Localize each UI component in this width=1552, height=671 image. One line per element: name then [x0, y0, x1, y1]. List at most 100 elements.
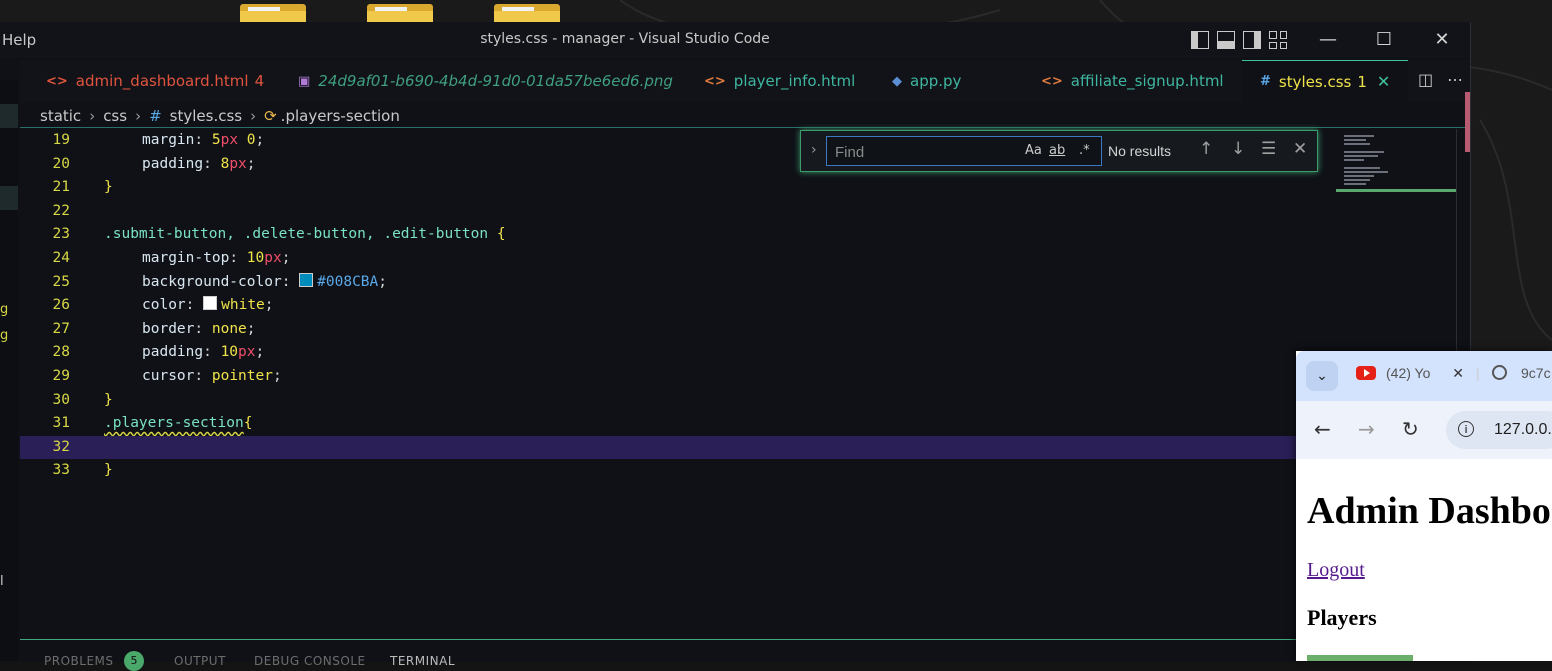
css-property: background-color	[142, 273, 282, 290]
breadcrumb-item[interactable]: .players-section	[281, 107, 400, 125]
tab-output[interactable]: OUTPUT	[174, 654, 226, 668]
css-value: none	[211, 320, 247, 337]
find-results: No results	[1108, 143, 1172, 159]
vertical-scrollbar[interactable]	[1456, 129, 1471, 359]
browser-tab-youtube[interactable]: (42) Yo ✕	[1356, 365, 1464, 382]
close-tab-icon[interactable]: ✕	[1452, 365, 1464, 381]
tab-label: admin_dashboard.html	[75, 72, 249, 90]
line-number: 20	[52, 155, 70, 172]
css-property: margin	[142, 132, 195, 148]
tab-problems[interactable]: PROBLEMS	[44, 654, 114, 668]
desktop-folder-icon[interactable]	[494, 4, 560, 24]
tab-admin-dashboard[interactable]: <> admin_dashboard.html 4	[46, 60, 264, 102]
window-title: styles.css - manager - Visual Studio Cod…	[480, 31, 770, 47]
match-case-icon[interactable]: Aa	[1025, 143, 1042, 158]
breadcrumb-item[interactable]: styles.css	[170, 107, 242, 125]
css-property: color	[142, 297, 186, 314]
css-unit: px	[229, 155, 247, 172]
breadcrumb-item[interactable]: static	[40, 107, 81, 125]
tab-label: 24d9af01-b690-4b4d-91d0-01da57be6ed6.png	[318, 72, 673, 90]
css-value: 10	[220, 344, 239, 361]
toggle-panel-icon[interactable]	[1217, 31, 1235, 49]
toggle-secondary-sidebar-icon[interactable]	[1243, 31, 1261, 49]
css-file-icon: #	[149, 106, 162, 125]
code-editor[interactable]: 19 margin: 5px 0; 20 padding: 8px; 21 } …	[20, 129, 1336, 639]
address-bar[interactable]: i 127.0.0.	[1446, 411, 1552, 449]
find-input-box: Aa ab .*	[826, 136, 1102, 167]
close-tab-icon[interactable]: ✕	[1377, 72, 1390, 91]
minimize-button[interactable]: —	[1308, 28, 1348, 52]
toggle-replace-icon[interactable]: ›	[811, 142, 817, 158]
code-text: .submit-button, .delete-button, .edit-bu…	[104, 226, 506, 243]
customize-layout-icon[interactable]	[1269, 31, 1287, 49]
split-editor-icon[interactable]: ◫	[1418, 70, 1433, 89]
css-selector: .players-section	[104, 415, 244, 432]
sidebar-glyph: g	[0, 302, 9, 317]
color-swatch-icon[interactable]	[203, 296, 218, 311]
close-find-icon[interactable]: ✕	[1293, 139, 1307, 159]
regex-icon[interactable]: .*	[1079, 143, 1090, 158]
css-value: pointer	[211, 368, 273, 384]
browser-tab-2[interactable]: 9c7c	[1492, 365, 1551, 381]
tab-label: player_info.html	[733, 72, 856, 90]
tab-label: affiliate_signup.html	[1070, 72, 1224, 90]
find-in-selection-icon[interactable]: ☰	[1261, 139, 1276, 159]
youtube-icon	[1356, 366, 1376, 380]
site-info-icon[interactable]: i	[1458, 421, 1474, 437]
reload-icon[interactable]: ↻	[1402, 417, 1419, 441]
address-text: 127.0.0.	[1494, 421, 1552, 438]
close-window-button[interactable]: ✕	[1422, 28, 1462, 52]
tab-app-py[interactable]: ◆ app.py	[892, 60, 992, 102]
code-line: 27 border: none;	[20, 318, 1336, 342]
tab-terminal[interactable]: TERMINAL	[390, 654, 455, 668]
line-number: 26	[52, 297, 70, 314]
color-swatch-icon[interactable]	[299, 272, 314, 287]
desktop-folder-icon[interactable]	[240, 4, 306, 24]
tab-label: app.py	[910, 72, 962, 90]
logout-link[interactable]: Logout	[1307, 559, 1365, 582]
css-value: 8	[220, 155, 230, 172]
tab-search-chevron-icon[interactable]: ⌄	[1306, 361, 1338, 391]
chevron-right-icon: ›	[89, 106, 96, 125]
page-heading: Admin Dashboard	[1307, 490, 1552, 532]
tab-image-file[interactable]: ▣ 24d9af01-b690-4b4d-91d0-01da57be6ed6.p…	[298, 60, 678, 102]
tab-affiliate-signup[interactable]: <> affiliate_signup.html	[1041, 60, 1241, 102]
forward-icon[interactable]: →	[1358, 417, 1375, 441]
tab-label: styles.css	[1278, 72, 1352, 91]
current-line: 32	[20, 435, 1336, 460]
breadcrumb-item[interactable]: css	[103, 107, 127, 125]
code-line: 22	[20, 200, 1336, 224]
line-number: 32	[52, 438, 70, 455]
web-page: Admin Dashboard Logout Players	[1296, 459, 1552, 661]
previous-match-icon[interactable]: ↑	[1199, 139, 1213, 159]
code-text: }	[104, 462, 113, 479]
find-widget: › Aa ab .* No results ↑ ↓ ☰ ✕	[800, 130, 1318, 172]
title-bar: Help styles.css - manager - Visual Studi…	[0, 22, 1470, 58]
desktop-folder-icon[interactable]	[367, 4, 433, 24]
more-actions-icon[interactable]: ⋯	[1447, 70, 1463, 89]
html-file-icon: <>	[704, 73, 726, 89]
css-property: padding	[142, 344, 204, 361]
match-whole-word-icon[interactable]: ab	[1049, 143, 1065, 158]
code-line: 28 padding: 10px;	[20, 341, 1336, 365]
code-line: 33 }	[20, 459, 1336, 483]
css-file-icon: #	[1260, 74, 1271, 89]
line-number: 22	[52, 202, 70, 219]
back-icon[interactable]: ←	[1314, 417, 1331, 441]
tab-problem-count: 4	[254, 72, 265, 90]
code-line: 31 .players-section{	[20, 412, 1336, 436]
code-line: 29 cursor: pointer;	[20, 365, 1336, 389]
tab-player-info[interactable]: <> player_info.html	[704, 60, 864, 102]
toggle-primary-sidebar-icon[interactable]	[1191, 31, 1209, 49]
find-input[interactable]	[827, 137, 1027, 167]
css-property: cursor	[142, 368, 195, 384]
tab-debug-console[interactable]: DEBUG CONSOLE	[254, 654, 366, 668]
green-button-partial[interactable]	[1307, 655, 1413, 661]
sidebar-glyph: l	[0, 574, 4, 589]
code-text: border: none;	[142, 320, 256, 337]
tab-styles-css[interactable]: # styles.css 1 ✕	[1242, 60, 1408, 102]
maximize-button[interactable]: ☐	[1364, 28, 1404, 52]
next-match-icon[interactable]: ↓	[1231, 139, 1245, 159]
code-text: color: white;	[142, 296, 274, 314]
css-unit: px	[220, 132, 239, 148]
